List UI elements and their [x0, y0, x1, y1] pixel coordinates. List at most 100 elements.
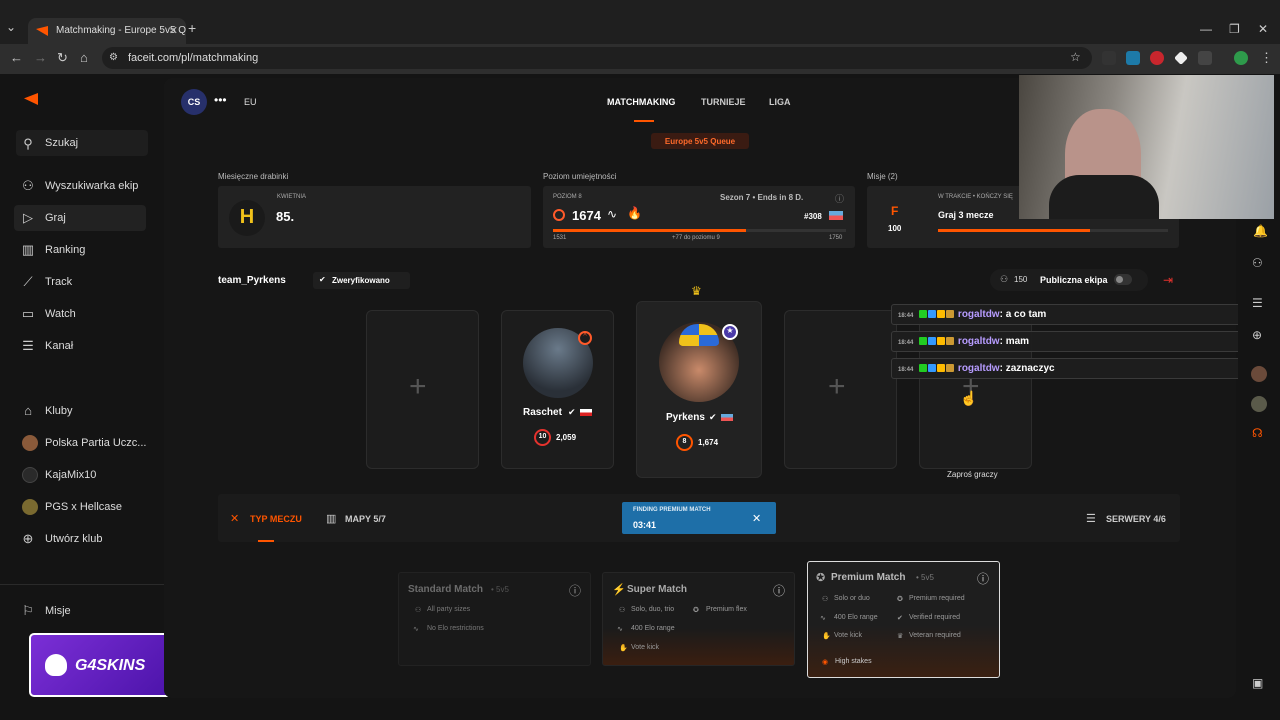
tab-search-icon[interactable]: ⌄: [6, 20, 16, 34]
browser-tab[interactable]: Matchmaking - Europe 5v5 Que ✕: [28, 18, 186, 44]
tab-league[interactable]: LIGA: [769, 97, 791, 107]
friends-icon[interactable]: ⚇: [1252, 256, 1263, 270]
public-party-switch[interactable]: [1114, 274, 1132, 285]
club-item[interactable]: PGS x Hellcase: [45, 501, 122, 513]
new-tab-icon[interactable]: +: [188, 20, 196, 36]
tab-matchmaking[interactable]: MATCHMAKING: [607, 97, 675, 107]
game-selector-badge[interactable]: CS: [181, 89, 207, 115]
badge-icon: [937, 364, 946, 372]
search-icon: ⚲: [23, 136, 33, 151]
badge-icon: [919, 364, 928, 372]
forward-icon[interactable]: →: [34, 50, 47, 65]
sidebar-item-track[interactable]: Track: [45, 276, 72, 288]
more-options-icon[interactable]: •••: [214, 93, 227, 107]
ladder-position: 85.: [276, 209, 295, 224]
ladder-section-title: Miesięczne drabinki: [218, 172, 289, 181]
trend-icon: ∿: [413, 626, 419, 633]
headset-icon[interactable]: ☊: [1252, 426, 1263, 440]
window-close-icon[interactable]: ✕: [1258, 22, 1268, 36]
servers-tab[interactable]: SERWERY 4/6: [1106, 514, 1166, 524]
queue-pill[interactable]: Europe 5v5 Queue: [651, 133, 749, 149]
extension-icon[interactable]: [1126, 51, 1140, 65]
sidebar-item-teamfinder[interactable]: Wyszukiwarka ekip: [45, 180, 138, 192]
site-info-icon[interactable]: ⚙: [109, 52, 118, 63]
sidebar-item-feed[interactable]: Kanał: [45, 340, 73, 352]
back-icon[interactable]: ←: [10, 50, 23, 65]
info-icon[interactable]: ⓘ: [569, 582, 581, 599]
sidebar-item-play[interactable]: Graj: [45, 212, 66, 224]
extension-icon[interactable]: [1102, 51, 1116, 65]
close-tab-icon[interactable]: ✕: [169, 24, 178, 37]
add-friend-icon[interactable]: ⊕: [1252, 328, 1262, 342]
mode-feature: Verified required: [909, 614, 960, 621]
sidebar-item-ranking[interactable]: Ranking: [45, 244, 85, 256]
tab-tournaments[interactable]: TURNIEJE: [701, 97, 746, 107]
level-gauge-icon: [553, 209, 565, 221]
match-type-tab[interactable]: TYP MECZU: [250, 514, 302, 524]
player-name[interactable]: Pyrkens: [666, 412, 705, 423]
info-icon[interactable]: ⓘ: [977, 570, 989, 587]
invite-players-label[interactable]: Zaproś graczy: [947, 470, 998, 479]
create-club-link[interactable]: Utwórz klub: [45, 533, 102, 545]
reload-icon[interactable]: ↻: [57, 50, 68, 66]
home-icon[interactable]: ⌂: [80, 50, 88, 65]
verified-icon: ✔: [897, 615, 903, 622]
club-avatar: [22, 499, 38, 515]
extension-icon[interactable]: [1150, 51, 1164, 65]
high-stakes-tag: High stakes: [835, 658, 872, 665]
mode-feature: Solo or duo: [834, 595, 870, 602]
extensions-puzzle-icon[interactable]: [1198, 51, 1212, 65]
mode-card-super[interactable]: ⚡ Super Match ⓘ ⚇ Solo, duo, trio ✪ Prem…: [602, 572, 795, 666]
mission-progress-fill: [938, 229, 1090, 232]
maps-tab[interactable]: MAPY 5/7: [345, 514, 386, 524]
skill-section-title: Poziom umiejętności: [543, 172, 617, 181]
club-item[interactable]: Polska Partia Uczc...: [45, 437, 146, 449]
store-icon[interactable]: ▣: [1252, 676, 1263, 690]
fire-icon: 🔥: [627, 206, 642, 220]
premium-badge-icon: ^: [578, 331, 592, 345]
mode-feature: 400 Elo range: [631, 625, 675, 632]
leave-party-icon[interactable]: ⇥: [1163, 273, 1173, 287]
info-icon[interactable]: ⓘ: [773, 582, 785, 599]
tab-title: Matchmaking - Europe 5v5 Que: [56, 25, 186, 36]
mode-subtitle: • 5v5: [491, 585, 509, 594]
chat-time: 18:44: [898, 367, 914, 373]
player-elo: 1,674: [698, 438, 719, 447]
maximize-icon[interactable]: ❐: [1229, 22, 1240, 36]
mode-card-premium[interactable]: ✪ Premium Match • 5v5 ⓘ ⚇ Solo or duo ✪ …: [807, 561, 1000, 678]
mode-feature: No Elo restrictions: [427, 625, 484, 632]
mode-card-standard[interactable]: Standard Match • 5v5 ⓘ ⚇ All party sizes…: [398, 572, 591, 666]
browser-menu-icon[interactable]: ⋮: [1260, 50, 1273, 66]
club-avatar: [22, 435, 38, 451]
verified-icon: ✔: [709, 412, 717, 422]
minimize-icon[interactable]: —: [1200, 22, 1212, 36]
info-icon[interactable]: ⓘ: [835, 192, 844, 205]
profile-avatar[interactable]: [1234, 51, 1248, 65]
party-name: team_Pyrkens: [218, 275, 286, 286]
chat-message: 18:44 rogaltdw: mam: [891, 331, 1273, 352]
active-tab-indicator: [258, 540, 274, 542]
notification-bell-icon[interactable]: 🔔: [1253, 224, 1268, 238]
mission-badge-icon: F: [891, 204, 899, 218]
friend-avatar[interactable]: [1251, 366, 1267, 382]
player-name[interactable]: Raschet: [523, 407, 562, 418]
trend-icon: ∿: [617, 626, 623, 633]
sidebar-item-missions[interactable]: Misje: [45, 605, 71, 617]
badge-icon: [946, 337, 955, 345]
bookmark-star-icon[interactable]: ☆: [1070, 50, 1081, 64]
flag-icon: [721, 414, 733, 421]
friend-avatar[interactable]: [1251, 396, 1267, 412]
mode-feature: 400 Elo range: [834, 614, 878, 621]
party-list-icon[interactable]: ☰: [1252, 296, 1263, 310]
sidebar-item-watch[interactable]: Watch: [45, 308, 76, 320]
elo-progress-fill: [553, 229, 747, 232]
club-item[interactable]: KajaMix10: [45, 469, 96, 481]
chat-time: 18:44: [898, 313, 914, 319]
missions-section-title: Misje (2): [867, 172, 898, 181]
region-label[interactable]: EU: [244, 97, 257, 107]
party-icon: ⚇: [822, 596, 829, 603]
sidebar-clubs-label[interactable]: Kluby: [45, 405, 73, 417]
cancel-queue-icon[interactable]: ✕: [752, 512, 761, 525]
chat-username: rogaltdw: [957, 336, 1000, 347]
promo-banner[interactable]: G4SKINS: [29, 633, 181, 697]
